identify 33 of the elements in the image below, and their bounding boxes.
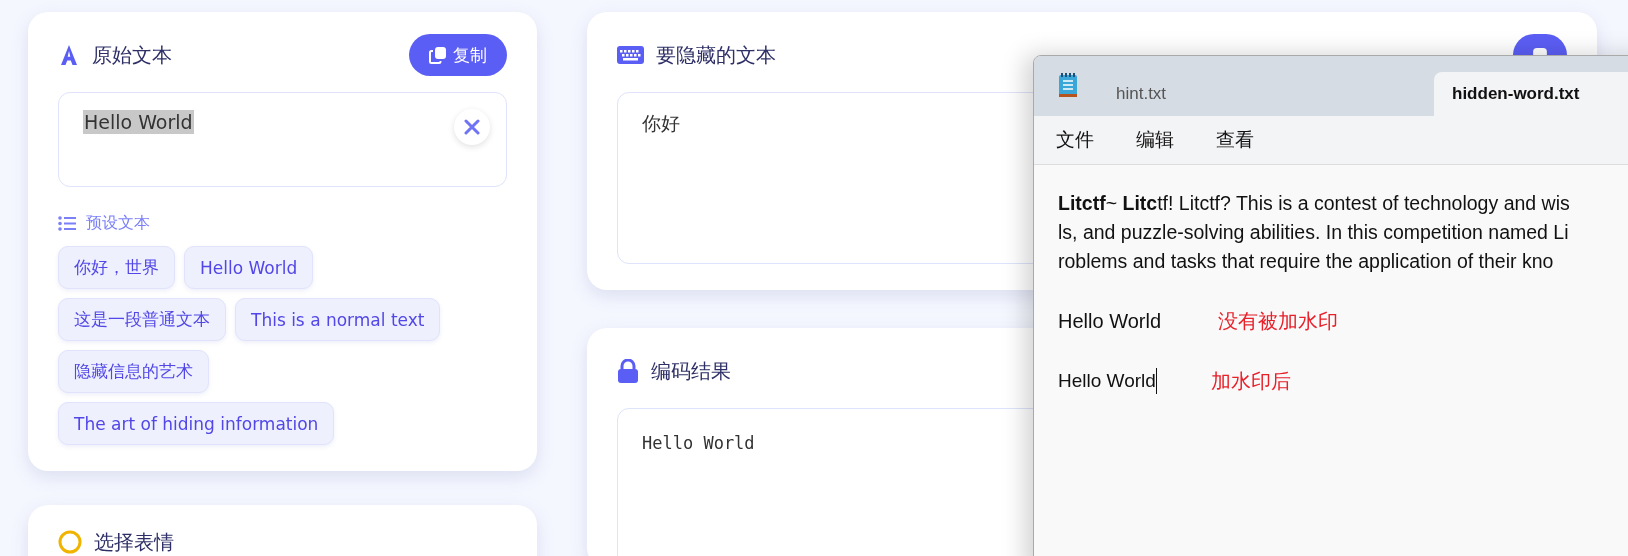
clear-button[interactable]	[454, 109, 490, 145]
file-tab[interactable]: hint.txt	[1098, 72, 1434, 116]
annotation-text: 加水印后	[1210, 368, 1291, 394]
copy-button[interactable]: 复制	[409, 34, 507, 76]
letter-a-icon	[58, 44, 80, 66]
menu-item[interactable]: 查看	[1216, 127, 1254, 153]
lock-icon	[617, 359, 639, 383]
smiley-icon	[58, 530, 82, 554]
file-tab[interactable]: hidden-word.txt	[1434, 72, 1628, 116]
sample-text: Hello World	[1058, 370, 1156, 392]
card-title: 选择表情	[94, 528, 174, 556]
list-icon	[58, 216, 76, 231]
sample-text: Hello World	[1058, 309, 1162, 333]
card-title: 原始文本	[92, 41, 172, 69]
preset-chip[interactable]: 隐藏信息的艺术	[58, 350, 209, 393]
preset-chip[interactable]: The art of hiding information	[58, 402, 335, 445]
annotation-text: 没有被加水印	[1218, 308, 1338, 334]
section-label: 预设文本	[86, 213, 150, 234]
text-line: roblems and tasks that require the application of their kno	[1058, 249, 1555, 274]
preset-chip[interactable]: Hello World	[184, 246, 314, 289]
keyboard-icon	[617, 46, 644, 64]
notepad-icon	[1058, 72, 1078, 98]
menu-item[interactable]: 编辑	[1136, 127, 1174, 153]
card-title: 要隐藏的文本	[656, 41, 776, 69]
card-title: 编码结果	[651, 357, 731, 385]
preset-chip[interactable]: This is a normal text	[235, 298, 441, 341]
preset-chip[interactable]: 你好，世界	[58, 246, 175, 289]
text-line: ls, and puzzle-solving abilities. In this competition named Li	[1058, 220, 1570, 245]
text-line: Litctf~ Litctf! Litctf? This is a contest of technology and wis	[1058, 191, 1571, 216]
close-icon	[464, 119, 480, 135]
preset-chip[interactable]: 这是一段普通文本	[58, 298, 226, 341]
input-field[interactable]: Hello World	[58, 92, 507, 187]
menu-item[interactable]: 文件	[1056, 127, 1094, 153]
